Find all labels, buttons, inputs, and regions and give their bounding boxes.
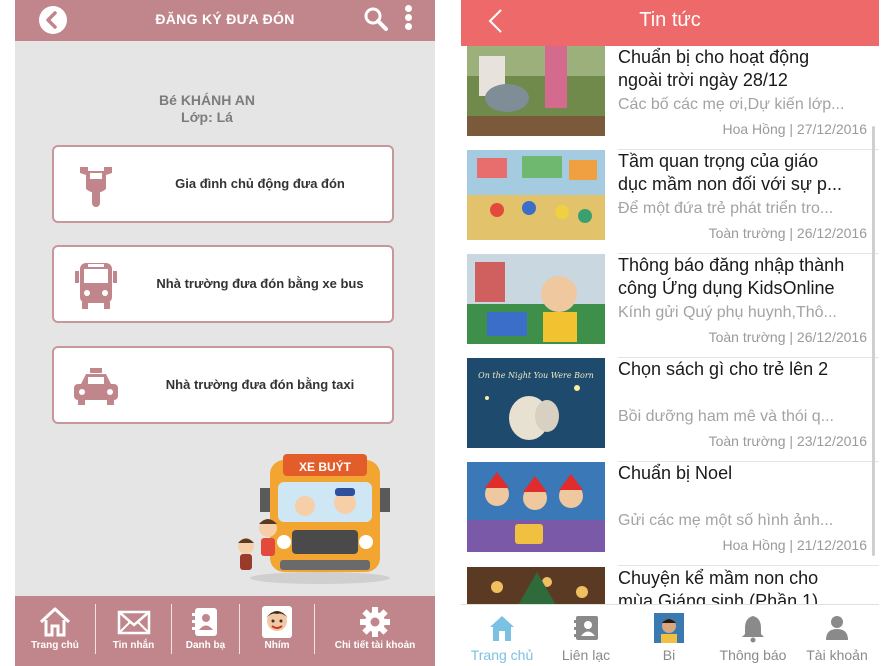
option-label: Gia đình chủ động đưa đón	[175, 176, 345, 191]
thumbnail-caption: On the Night You Were Born	[478, 371, 594, 380]
tab-contacts[interactable]: Danh bạ	[172, 596, 239, 660]
news-thumbnail	[467, 46, 605, 136]
tab-label: Trang chủ	[470, 647, 534, 663]
news-title: Chuẩn bị cho hoạt động	[618, 47, 810, 67]
contacts-icon	[191, 608, 217, 636]
pickup-registration-screen: ĐĂNG KÝ ĐƯA ĐÓN Bé KHÁNH AN Lớp: Lá Gia …	[15, 0, 435, 666]
school-bus-illustration: XE BUÝT	[238, 454, 390, 584]
envelope-icon	[117, 610, 150, 635]
more-options-button[interactable]	[401, 3, 415, 35]
tab-label: Chi tiết tài khoản	[334, 640, 416, 651]
back-chevron-icon[interactable]	[486, 7, 506, 35]
gear-icon	[360, 607, 390, 637]
scrollbar[interactable]	[872, 126, 875, 556]
taxi-icon	[74, 368, 118, 405]
child-name: Bé KHÁNH AN	[159, 92, 255, 108]
header-bar: Tin tức	[461, 0, 879, 46]
tab-label: Danh bạ	[185, 640, 226, 651]
tab-child-profile[interactable]: Nhím	[240, 596, 314, 660]
tab-label: Nhím	[264, 640, 290, 651]
news-thumbnail: On the Night You Were Born	[467, 358, 605, 448]
news-meta: Toàn trường | 26/12/2016	[708, 225, 867, 241]
tab-account[interactable]: Tài khoản	[797, 605, 877, 666]
news-screen: Tin tức Chuẩn bị cho hoạt động ngoài trờ…	[461, 0, 879, 666]
child-avatar-icon	[262, 606, 292, 638]
news-meta: Toàn trường | 23/12/2016	[708, 433, 867, 449]
home-icon	[490, 616, 514, 641]
option-label: Nhà trường đưa đón bằng xe bus	[156, 276, 364, 291]
tab-label: Tin nhắn	[112, 640, 155, 651]
tab-home[interactable]: Trang chủ	[15, 596, 95, 660]
tab-label: Trang chủ	[31, 640, 79, 651]
news-title: ngoài trời ngày 28/12	[618, 70, 788, 90]
tab-contact[interactable]: Liên lạc	[543, 605, 629, 666]
news-title: dục mầm non đối với sự p...	[618, 174, 842, 194]
page-title: ĐĂNG KÝ ĐƯA ĐÓN	[155, 11, 295, 27]
tab-label: Liên lạc	[561, 647, 611, 663]
news-item[interactable]: Thông báo đăng nhập thành công Ứng dụng …	[461, 254, 879, 358]
news-snippet: Kính gửi Quý phụ huynh,Thô...	[618, 304, 837, 321]
contact-book-icon	[574, 616, 598, 640]
news-title: Chuẩn bị Noel	[618, 463, 733, 483]
bus-sign: XE BUÝT	[299, 459, 352, 474]
news-item[interactable]: Tầm quan trọng của giáo dục mầm non đối …	[461, 150, 879, 254]
tab-label: Tài khoản	[806, 647, 868, 663]
option-label: Nhà trường đưa đón bằng taxi	[165, 377, 355, 392]
news-title: Thông báo đăng nhập thành	[618, 255, 845, 275]
tab-messages[interactable]: Tin nhắn	[96, 596, 171, 660]
tab-label: Thông báo	[719, 647, 787, 663]
person-icon	[826, 616, 848, 640]
news-meta: Toàn trường | 26/12/2016	[708, 329, 867, 345]
news-item[interactable]: On the Night You Were Born Chọn sách gì …	[461, 358, 879, 462]
home-icon	[39, 607, 71, 637]
news-snippet: Để một đứa trẻ phát triển tro...	[618, 200, 834, 217]
news-meta: Hoa Hồng | 21/12/2016	[722, 537, 867, 553]
news-meta: Hoa Hồng | 27/12/2016	[722, 121, 867, 137]
bottom-nav: Trang chủ Liên lạc Bi Thông báo Tài khoả…	[461, 604, 879, 666]
news-title: công Ứng dụng KidsOnline	[618, 278, 835, 298]
news-thumbnail	[467, 150, 605, 240]
header-bar: ĐĂNG KÝ ĐƯA ĐÓN	[15, 0, 435, 41]
motorbike-icon	[80, 167, 112, 207]
news-snippet: Bồi dưỡng ham mê và thói q...	[618, 408, 834, 425]
option-school-taxi[interactable]: Nhà trường đưa đón bằng taxi	[52, 346, 394, 424]
news-title: Chuyện kể mầm non cho	[618, 568, 819, 588]
news-item[interactable]: Chuẩn bị Noel Gửi các mẹ một số hình ảnh…	[461, 462, 879, 566]
more-dot-icon	[404, 5, 412, 12]
more-dot-icon	[404, 23, 412, 30]
tab-notifications[interactable]: Thông báo	[709, 605, 797, 666]
option-school-bus[interactable]: Nhà trường đưa đón bằng xe bus	[52, 245, 394, 323]
bottom-nav: Trang chủ Tin nhắn Danh bạ Nhím Chi tiết…	[15, 596, 435, 666]
search-button[interactable]	[363, 6, 389, 32]
tab-home[interactable]: Trang chủ	[461, 605, 543, 666]
child-class: Lớp: Lá	[181, 109, 233, 125]
bus-icon	[75, 263, 117, 309]
page-title: Tin tức	[639, 9, 701, 31]
tab-account-details[interactable]: Chi tiết tài khoản	[315, 596, 435, 660]
back-arrow-icon	[46, 11, 57, 29]
search-icon	[364, 7, 388, 31]
bell-icon	[742, 616, 764, 643]
tab-child-profile[interactable]: Bi	[629, 605, 709, 666]
news-thumbnail	[467, 462, 605, 552]
more-dot-icon	[404, 14, 412, 21]
option-family-pickup[interactable]: Gia đình chủ động đưa đón	[52, 145, 394, 223]
news-snippet: Gửi các mẹ một số hình ảnh...	[618, 512, 834, 529]
news-thumbnail	[467, 254, 605, 344]
news-snippet: Các bố các mẹ ơi,Dự kiến lớp...	[618, 96, 845, 113]
child-photo-icon	[654, 613, 684, 643]
news-title: Chọn sách gì cho trẻ lên 2	[618, 359, 829, 379]
back-button[interactable]	[39, 6, 67, 34]
news-title: Tầm quan trọng của giáo	[618, 151, 819, 171]
tab-label: Bi	[662, 647, 676, 663]
news-item[interactable]: Chuẩn bị cho hoạt động ngoài trời ngày 2…	[461, 46, 879, 150]
divider	[618, 565, 879, 566]
